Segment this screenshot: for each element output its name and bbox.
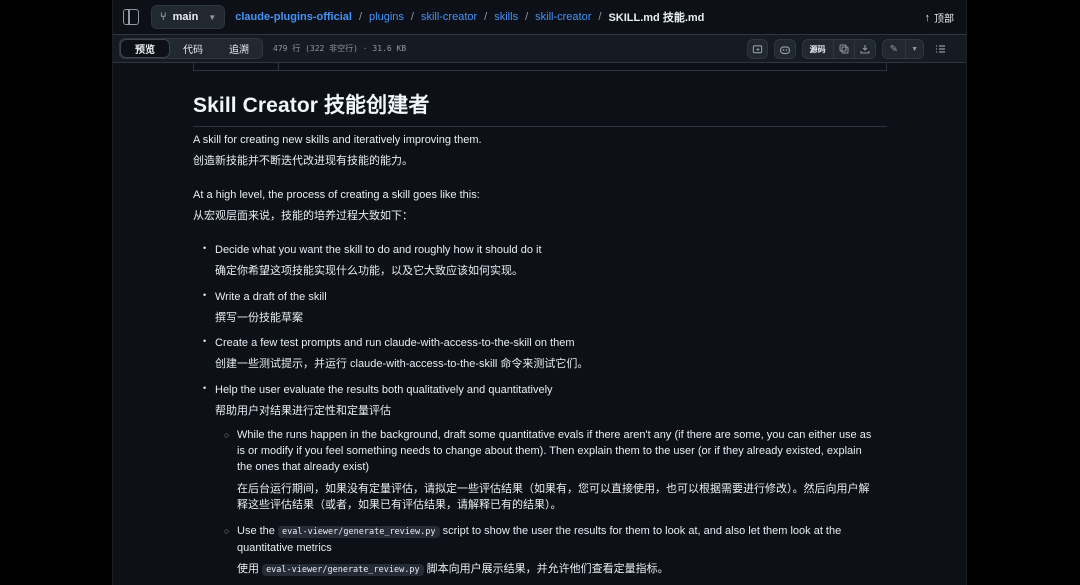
file-info: 479 行 (322 非空行) · 31.6 KB	[273, 44, 407, 53]
table-bottom	[193, 63, 887, 71]
open-in-codespace-button[interactable]	[746, 39, 768, 59]
pencil-icon[interactable]: ✎	[883, 40, 905, 58]
inline-code: eval-viewer/generate_review.py	[277, 526, 440, 538]
breadcrumb-skill-creator-2[interactable]: skill-creator	[535, 11, 591, 23]
back-to-top-link[interactable]: ↑ 顶部	[924, 10, 955, 26]
breadcrumb-skills[interactable]: skills	[494, 11, 518, 23]
copy-icon[interactable]	[832, 40, 854, 58]
breadcrumb-repo[interactable]: claude-plugins-official	[235, 11, 352, 23]
breadcrumb-skill-creator[interactable]: skill-creator	[421, 11, 477, 23]
breadcrumb-plugins[interactable]: plugins	[369, 11, 404, 23]
tab-blame[interactable]: 追溯	[216, 39, 262, 58]
edit-group: ✎ ▼	[881, 39, 924, 59]
tab-code[interactable]: 代码	[170, 39, 216, 58]
download-icon[interactable]	[853, 40, 875, 58]
intro-en: A skill for creating new skills and iter…	[193, 134, 482, 146]
repo-header: ⑂ main ▼ claude-plugins-official / plugi…	[113, 0, 966, 34]
file-toolbar: 预览 代码 追溯 479 行 (322 非空行) · 31.6 KB 源码 ✎ …	[113, 34, 966, 63]
raw-copy-download-group: 源码	[801, 39, 876, 59]
breadcrumb: claude-plugins-official / plugins / skil…	[235, 11, 705, 24]
tab-preview[interactable]: 预览	[120, 39, 170, 58]
git-branch-icon: ⑂	[160, 11, 167, 23]
chevron-down-icon[interactable]: ▼	[905, 40, 923, 58]
view-mode-tabs: 预览 代码 追溯	[119, 38, 263, 59]
intro-zh: 创造新技能并不断迭代改进现有技能的能力。	[193, 155, 413, 167]
chevron-down-icon: ▼	[208, 12, 217, 22]
overview-en: At a high level, the process of creating…	[193, 189, 480, 201]
page-title: Skill Creator 技能创建者	[193, 89, 887, 127]
raw-button[interactable]: 源码	[803, 40, 833, 58]
copilot-icon[interactable]	[773, 39, 796, 59]
branch-selector-button[interactable]: ⑂ main ▼	[151, 5, 226, 29]
arrow-up-icon: ↑	[924, 11, 931, 24]
breadcrumb-current-file: SKILL.md 技能.md	[608, 12, 705, 24]
inline-code: eval-viewer/generate_review.py	[262, 564, 424, 576]
file-viewer: ⑂ main ▼ claude-plugins-official / plugi…	[112, 0, 967, 585]
branch-name: main	[172, 11, 199, 23]
overview-zh: 从宏观层面来说，技能的培养过程大致如下：	[193, 210, 413, 222]
file-actions: 源码 ✎ ▼	[746, 39, 950, 59]
outline-list-icon[interactable]	[930, 39, 950, 59]
sidebar-toggle-icon[interactable]	[123, 9, 139, 25]
